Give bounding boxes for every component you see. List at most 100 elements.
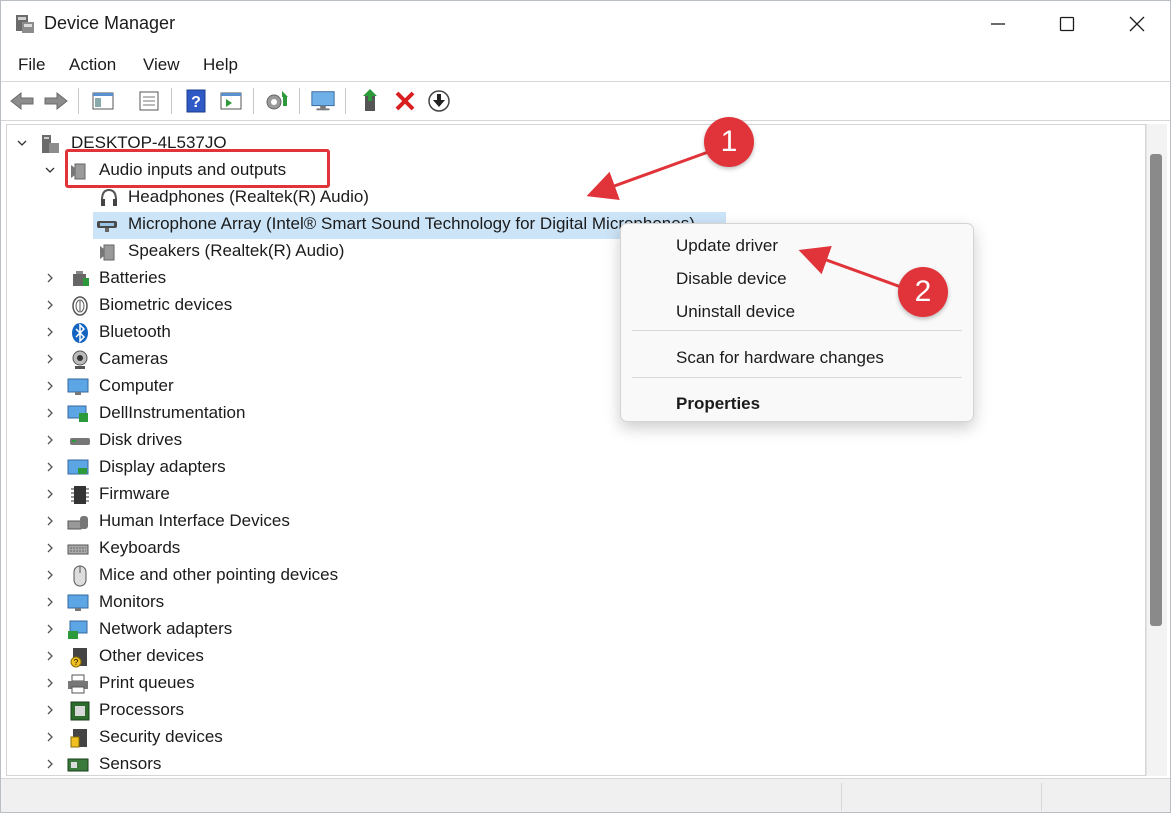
maximize-icon [1059,16,1075,32]
menu-action[interactable]: Action [69,55,116,75]
tree-category-monitors[interactable]: Monitors [7,590,1145,617]
battery-icon [73,271,89,286]
tree-category-batteries[interactable]: Batteries [7,266,1145,293]
tree-category-biometric[interactable]: Biometric devices [7,293,1145,320]
tree-category-label: Network adapters [99,619,233,638]
chevron-right-icon[interactable] [43,622,57,636]
device-tree: DESKTOP-4L537JO Audio inputs and outputs… [6,124,1146,776]
chevron-right-icon[interactable] [43,298,57,312]
context-menu-separator [632,377,962,378]
minimize-button[interactable] [973,1,1023,47]
tree-category-hid[interactable]: Human Interface Devices [7,509,1145,536]
uninstall-device-button[interactable] [392,88,418,114]
close-button[interactable] [1112,1,1162,47]
menu-file[interactable]: File [18,55,45,75]
tree-category-firmware[interactable]: Firmware [7,482,1145,509]
unknown-device-icon: ? [70,648,87,668]
context-menu-scan-hardware[interactable]: Scan for hardware changes [676,348,884,368]
tree-child-label: Headphones (Realtek(R) Audio) [128,187,369,206]
tree-child-headphones[interactable]: Headphones (Realtek(R) Audio) [7,185,1145,212]
context-menu-properties[interactable]: Properties [676,394,760,414]
tree-category-sensors[interactable]: Sensors [7,752,1145,775]
chevron-right-icon[interactable] [43,703,57,717]
tree-category-label: Monitors [99,592,165,611]
chevron-right-icon[interactable] [43,595,57,609]
disable-device-button[interactable] [426,88,452,114]
tree-category-bluetooth[interactable]: Bluetooth [7,320,1145,347]
chevron-right-icon[interactable] [43,460,57,474]
tree-category-network-adapters[interactable]: Network adapters [7,617,1145,644]
scrollbar-thumb[interactable] [1150,154,1162,626]
tree-category-other-devices[interactable]: ? Other devices [7,644,1145,671]
chevron-right-icon[interactable] [43,568,57,582]
chevron-right-icon[interactable] [43,514,57,528]
forward-button[interactable] [43,88,69,114]
device-manager-window: Device Manager File Action View Help ? D… [0,0,1171,813]
chevron-right-icon[interactable] [43,271,57,285]
tree-child-speakers[interactable]: Speakers (Realtek(R) Audio) [7,239,1145,266]
svg-text:?: ? [74,658,79,667]
monitor-button[interactable] [310,88,336,114]
chevron-right-icon[interactable] [43,541,57,555]
context-menu-update-driver[interactable]: Update driver [676,236,778,256]
tree-category-computer[interactable]: Computer [7,374,1145,401]
menu-help[interactable]: Help [203,55,238,75]
toolbar: ? [1,82,1170,121]
chevron-right-icon[interactable] [43,730,57,744]
printer-icon [68,674,88,694]
chevron-right-icon[interactable] [43,487,57,501]
uninstall-x-icon [395,91,415,111]
tree-category-label: Firmware [99,484,170,503]
vertical-scrollbar[interactable] [1146,124,1167,776]
status-bar [1,778,1170,812]
chevron-right-icon[interactable] [43,352,57,366]
chevron-right-icon[interactable] [43,649,57,663]
chevron-right-icon[interactable] [43,676,57,690]
tree-child-microphone-array[interactable]: Microphone Array (Intel® Smart Sound Tec… [7,212,1145,239]
tree-category-mice[interactable]: Mice and other pointing devices [7,563,1145,590]
network-adapter-icon [68,620,88,639]
tree-category-label: Processors [99,700,185,719]
back-button[interactable] [9,88,35,114]
tree-category-label: Cameras [99,349,168,368]
computer-monitor-icon [67,378,89,395]
maximize-button[interactable] [1042,1,1092,47]
help-button[interactable]: ? [183,88,209,114]
tree-category-cameras[interactable]: Cameras [7,347,1145,374]
monitor-icon [311,91,335,111]
tree-category-processors[interactable]: Processors [7,698,1145,725]
tree-category-print-queues[interactable]: Print queues [7,671,1145,698]
chevron-right-icon[interactable] [43,325,57,339]
tree-category-disk-drives[interactable]: Disk drives [7,428,1145,455]
action-pane-button[interactable] [218,88,244,114]
tree-category-display-adapters[interactable]: Display adapters [7,455,1145,482]
chevron-right-icon[interactable] [43,757,57,771]
chevron-right-icon[interactable] [43,433,57,447]
chevron-down-icon[interactable] [15,136,29,150]
security-device-icon [70,729,87,748]
update-driver-button[interactable] [358,88,384,114]
microphone-array-icon [97,221,117,232]
computer-tower-icon [42,135,59,153]
show-hide-console-tree-button[interactable] [90,88,116,114]
tree-category-security-devices[interactable]: Security devices [7,725,1145,752]
chevron-right-icon[interactable] [43,379,57,393]
human-interface-device-icon [67,516,88,530]
svg-text:?: ? [191,94,201,111]
tree-category-label: Bluetooth [99,322,171,341]
chevron-right-icon[interactable] [43,406,57,420]
update-driver-icon [363,89,377,111]
tree-child-label: Microphone Array (Intel® Smart Sound Tec… [128,214,695,233]
context-menu-uninstall-device[interactable]: Uninstall device [676,302,795,322]
chevron-down-icon[interactable] [43,163,57,177]
menu-view[interactable]: View [143,55,180,75]
system-device-icon [67,405,88,422]
tree-category-keyboards[interactable]: Keyboards [7,536,1145,563]
toolbar-separator [171,88,172,114]
tree-category-dellinstrumentation[interactable]: DellInstrumentation [7,401,1145,428]
scan-hardware-button[interactable] [264,88,290,114]
properties-button[interactable] [136,88,162,114]
tree-category-label: Keyboards [99,538,181,557]
context-menu: Update driver Disable device Uninstall d… [620,223,974,422]
context-menu-disable-device[interactable]: Disable device [676,269,787,289]
